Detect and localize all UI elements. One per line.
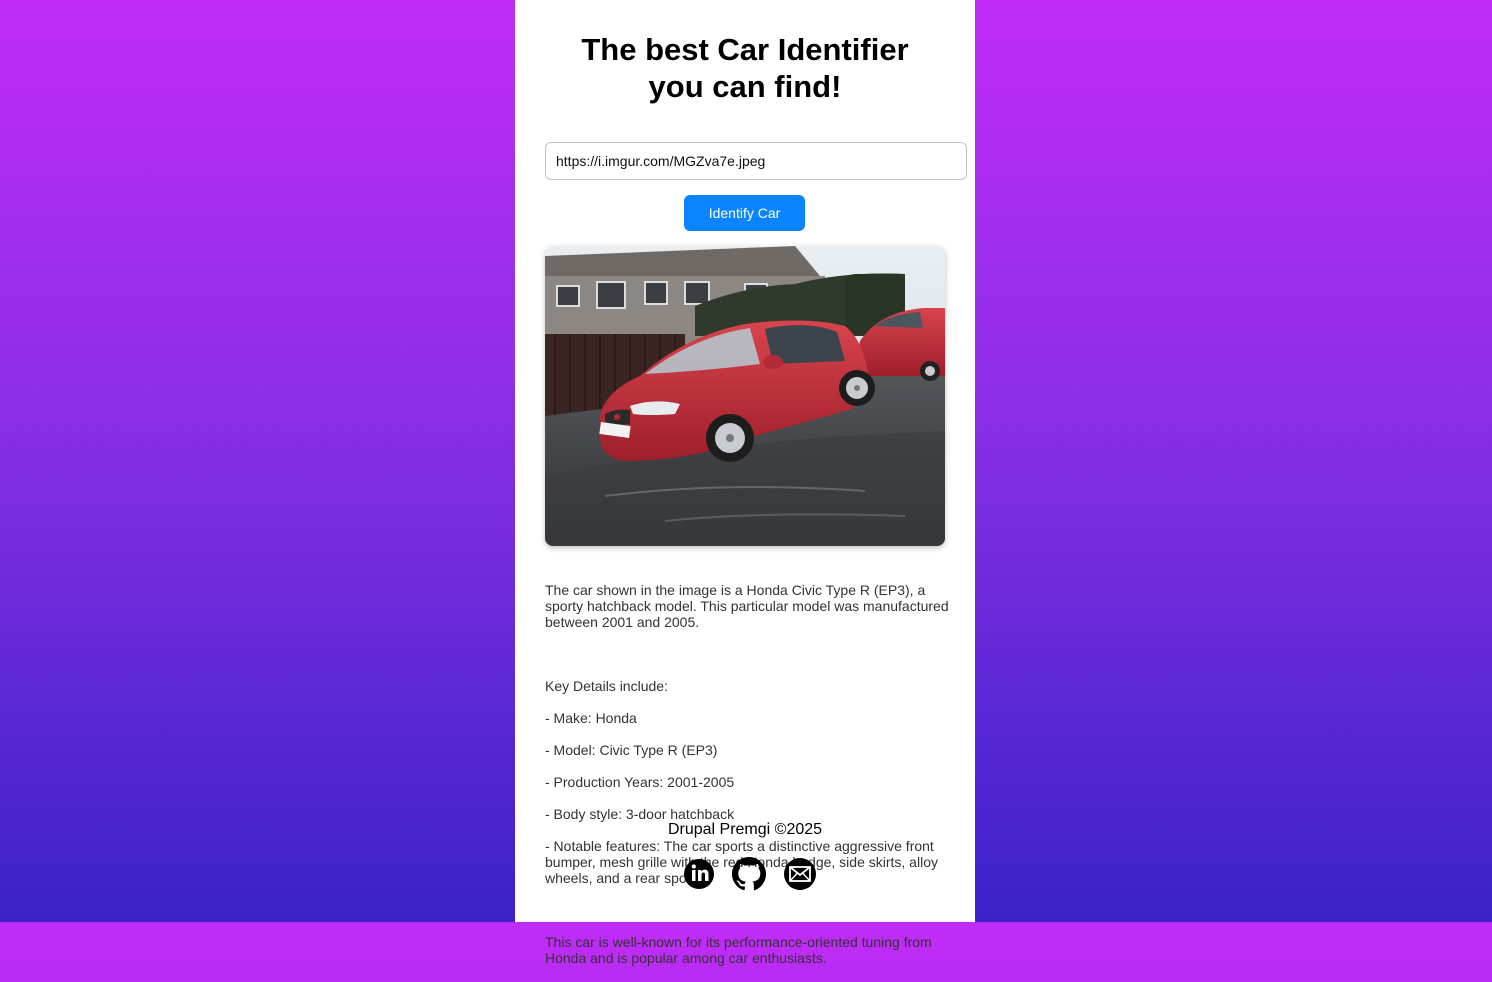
title-line-1: The best Car Identifier <box>581 32 909 67</box>
linkedin-link[interactable] <box>683 855 715 898</box>
detail-model: - Model: Civic Type R (EP3) <box>545 742 718 758</box>
github-icon <box>732 857 766 891</box>
page-title: The best Car Identifier you can find! <box>515 31 975 105</box>
detail-production-years: - Production Years: 2001-2005 <box>545 774 735 790</box>
result-closing: This car is well-known for its performan… <box>545 934 932 966</box>
email-link[interactable] <box>783 855 817 898</box>
social-links <box>515 855 975 893</box>
detail-body-style: - Body style: 3-door hatchback <box>545 806 735 822</box>
image-url-input[interactable] <box>545 142 967 180</box>
identify-car-button[interactable]: Identify Car <box>684 195 805 231</box>
title-line-2: you can find! <box>648 69 842 104</box>
main-panel: The best Car Identifier you can find! Id… <box>515 0 975 966</box>
car-photo <box>545 246 945 546</box>
identification-result: The car shown in the image is a Honda Ci… <box>545 566 950 982</box>
linkedin-icon <box>684 859 714 889</box>
detail-make: - Make: Honda <box>545 710 637 726</box>
github-link[interactable] <box>731 855 767 898</box>
footer-credit: Drupal Premgi ©2025 <box>667 821 823 838</box>
result-summary: The car shown in the image is a Honda Ci… <box>545 582 949 630</box>
email-icon <box>784 858 816 890</box>
details-heading: Key Details include: <box>545 678 668 694</box>
